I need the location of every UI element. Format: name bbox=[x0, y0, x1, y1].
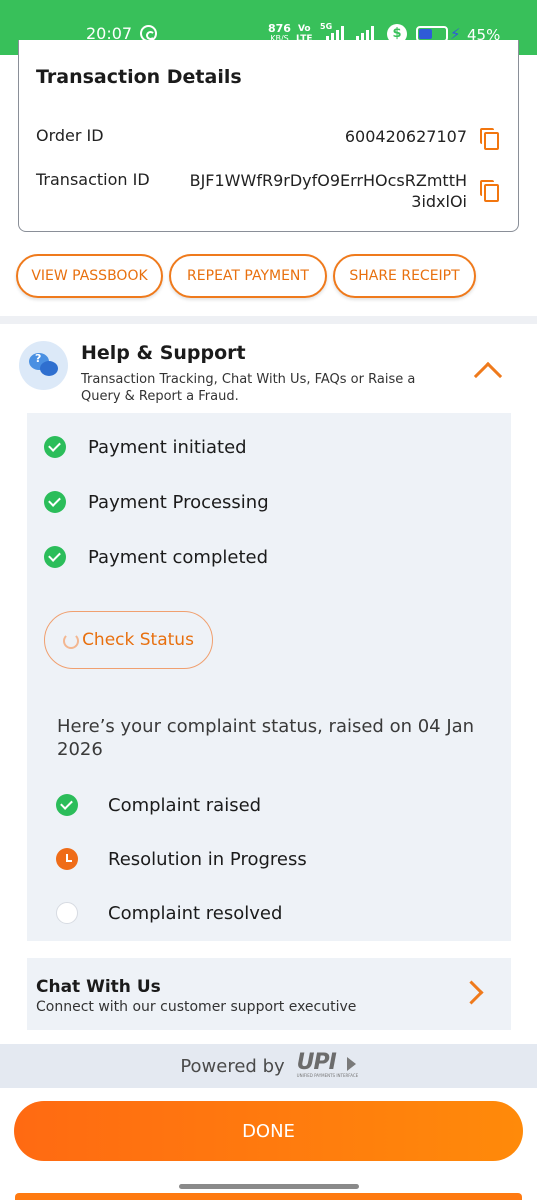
chat-with-us-title: Chat With Us bbox=[36, 977, 161, 997]
chevron-up-icon[interactable] bbox=[473, 361, 503, 391]
complaint-step: Resolution in Progress bbox=[56, 847, 307, 871]
home-indicator[interactable] bbox=[179, 1184, 359, 1189]
upi-logo-mark: UPI bbox=[296, 1050, 337, 1075]
section-divider bbox=[0, 316, 537, 324]
complaint-step: Complaint resolved bbox=[56, 901, 282, 925]
help-support-title: Help & Support bbox=[81, 342, 246, 364]
chat-with-us-card[interactable]: Chat With Us Connect with our customer s… bbox=[27, 958, 511, 1030]
transaction-id-line2: 3idxlOi bbox=[411, 192, 467, 211]
payment-step-label: Payment Processing bbox=[88, 491, 269, 513]
payment-step: Payment initiated bbox=[44, 435, 247, 459]
copy-order-id-icon[interactable] bbox=[480, 128, 499, 150]
check-status-button[interactable]: Check Status bbox=[44, 611, 213, 669]
signal-1-icon bbox=[326, 26, 344, 41]
payment-step-label: Payment completed bbox=[88, 546, 269, 568]
payment-step-label: Payment initiated bbox=[88, 436, 247, 458]
done-button[interactable]: DONE bbox=[14, 1101, 523, 1161]
transaction-id-value: BJF1WWfR9rDyfO9ErrHOcsRZmttH 3idxlOi bbox=[190, 170, 467, 212]
complaint-step-label: Complaint resolved bbox=[108, 902, 283, 924]
complaint-step-label: Resolution in Progress bbox=[108, 848, 307, 870]
upi-logo-subtitle: UNIFIED PAYMENTS INTERFACE bbox=[296, 1073, 359, 1078]
empty-circle-icon bbox=[56, 902, 78, 924]
check-status-label: Check Status bbox=[82, 630, 194, 650]
payment-status-panel: Payment initiated Payment Processing Pay… bbox=[27, 413, 511, 941]
powered-by-banner: Powered by UPI UNIFIED PAYMENTS INTERFAC… bbox=[0, 1044, 537, 1088]
bottom-strip bbox=[15, 1193, 522, 1200]
transaction-id-label: Transaction ID bbox=[36, 170, 150, 189]
complaint-status-text: Here’s your complaint status, raised on … bbox=[57, 716, 475, 760]
order-id-label: Order ID bbox=[36, 126, 104, 145]
copy-transaction-id-icon[interactable] bbox=[480, 180, 499, 202]
complaint-step: Complaint raised bbox=[56, 793, 261, 817]
volte-top: Vo bbox=[297, 24, 311, 34]
complaint-step-label: Complaint raised bbox=[108, 794, 262, 816]
upi-logo: UPI UNIFIED PAYMENTS INTERFACE bbox=[296, 1050, 359, 1078]
payment-step: Payment Processing bbox=[44, 490, 269, 514]
upi-arrow-icon bbox=[346, 1057, 356, 1071]
help-support-subtitle: Transaction Tracking, Chat With Us, FAQs… bbox=[81, 372, 416, 404]
order-id-value: 600420627107 bbox=[344, 127, 467, 146]
refresh-icon bbox=[63, 633, 80, 649]
clock-icon bbox=[56, 848, 78, 870]
share-receipt-button[interactable]: SHARE RECEIPT bbox=[333, 254, 476, 298]
repeat-payment-button[interactable]: REPEAT PAYMENT bbox=[169, 254, 327, 298]
chevron-right-icon bbox=[459, 980, 484, 1005]
chat-support-icon: ? bbox=[19, 341, 68, 390]
check-circle-icon bbox=[44, 436, 66, 458]
transaction-id-line1: BJF1WWfR9rDyfO9ErrHOcsRZmttH bbox=[189, 171, 467, 190]
check-circle-icon bbox=[44, 491, 66, 513]
check-circle-icon bbox=[56, 794, 78, 816]
transaction-details-title: Transaction Details bbox=[36, 66, 242, 88]
chat-with-us-subtitle: Connect with our customer support execut… bbox=[36, 999, 357, 1015]
check-circle-icon bbox=[44, 546, 66, 568]
powered-by-text: Powered by bbox=[180, 1055, 285, 1077]
transaction-details-card: Transaction Details Order ID 60042062710… bbox=[18, 40, 519, 232]
payment-step: Payment completed bbox=[44, 545, 268, 569]
signal-2-icon bbox=[356, 26, 374, 41]
view-passbook-button[interactable]: VIEW PASSBOOK bbox=[16, 254, 163, 298]
